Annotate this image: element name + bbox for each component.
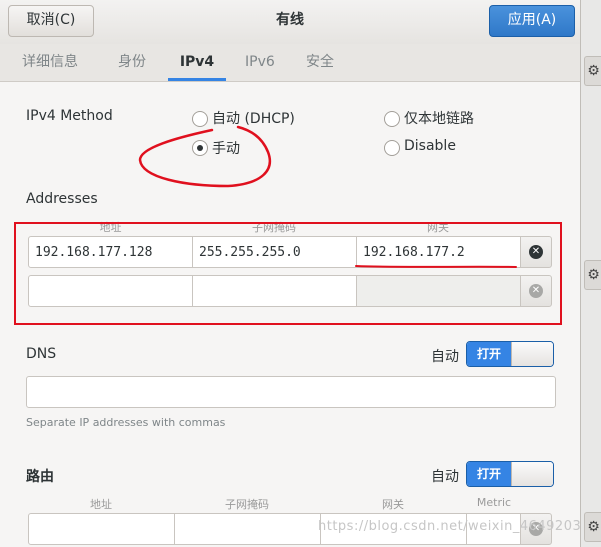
watermark: https://blog.csdn.net/weixin_46492038 (318, 519, 581, 534)
wired-settings-dialog: 有线 取消(C) 应用(A) 详细信息 身份 IPv4 IPv6 安全 IPv4… (0, 0, 581, 547)
gear-icon[interactable]: ⚙ (584, 56, 601, 86)
annotation-marks (138, 125, 517, 268)
gear-icon[interactable]: ⚙ (584, 260, 601, 290)
gear-icon[interactable]: ⚙ (584, 512, 601, 542)
